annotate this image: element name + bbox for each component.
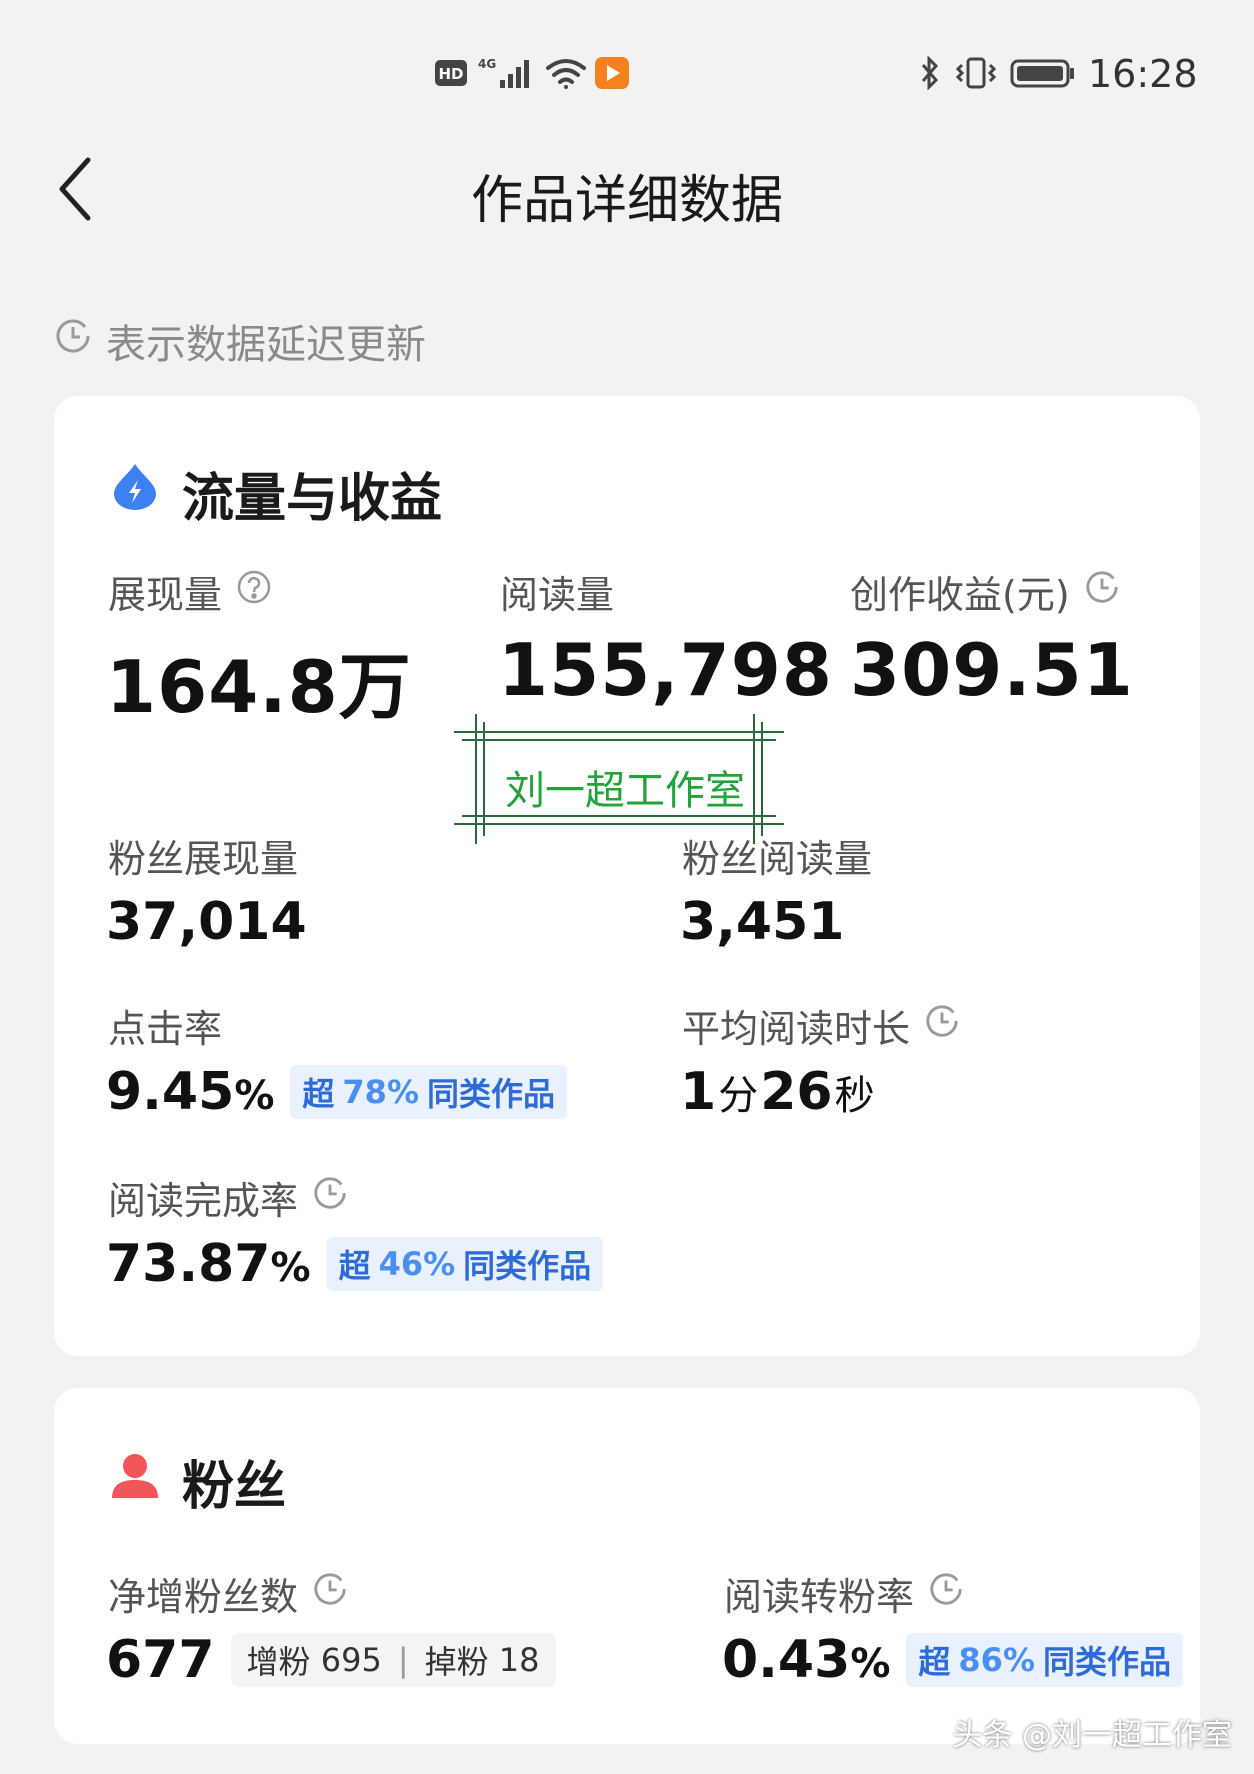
gain-value: 695 bbox=[320, 1641, 382, 1679]
loss-label: 掉粉 bbox=[424, 1643, 489, 1681]
watermark-stamp: 刘一超工作室 bbox=[454, 714, 784, 844]
fan-impressions-number: 37,014 bbox=[106, 892, 307, 952]
conversion-number: 0.43 bbox=[722, 1630, 851, 1690]
conversion-label: 阅读转粉率 bbox=[724, 1566, 964, 1621]
fan-impressions-label-text: 粉丝展现量 bbox=[108, 837, 299, 881]
delay-note-text: 表示数据延迟更新 bbox=[106, 322, 426, 368]
avg-read-sec-unit: 秒 bbox=[834, 1073, 875, 1119]
gain-label: 增粉 bbox=[246, 1643, 311, 1681]
avg-read-time-label-text: 平均阅读时长 bbox=[682, 1007, 911, 1051]
conversion-rank-badge: 超 86% 同类作品 bbox=[906, 1633, 1184, 1687]
earnings-label: 创作收益(元) bbox=[850, 564, 1120, 619]
fans-card: 粉丝 净增粉丝数 677 增粉 695 | 掉粉 18 阅读转粉率 0.43% … bbox=[54, 1388, 1200, 1744]
video-app-icon bbox=[594, 56, 630, 90]
completion-value: 73.87% 超 46% 同类作品 bbox=[106, 1234, 604, 1294]
fan-reads-number: 3,451 bbox=[680, 892, 845, 952]
gain-loss-pill: 增粉 695 | 掉粉 18 bbox=[230, 1633, 556, 1687]
impressions-label: 展现量 bbox=[108, 564, 272, 619]
badge-pct: 86% bbox=[958, 1641, 1035, 1679]
avg-read-minutes: 1 bbox=[680, 1062, 717, 1122]
svg-text:4G: 4G bbox=[478, 57, 496, 71]
earnings-value: 309.51 bbox=[850, 628, 1134, 712]
fan-reads-value: 3,451 bbox=[680, 892, 844, 952]
ctr-unit: % bbox=[234, 1073, 275, 1119]
traffic-section-title: 流量与收益 bbox=[110, 456, 442, 531]
ctr-number: 9.45 bbox=[106, 1062, 235, 1122]
earnings-label-text: 创作收益(元) bbox=[850, 573, 1070, 617]
watermark-stamp-text: 刘一超工作室 bbox=[505, 768, 745, 814]
loss-value: 18 bbox=[498, 1641, 540, 1679]
ctr-rank-badge: 超 78% 同类作品 bbox=[290, 1065, 568, 1119]
traffic-title-text: 流量与收益 bbox=[182, 469, 443, 529]
conversion-value: 0.43% 超 86% 同类作品 bbox=[722, 1630, 1184, 1690]
clock-delay-icon bbox=[54, 317, 92, 365]
clock-delay-icon bbox=[1084, 569, 1120, 614]
clock-delay-icon bbox=[928, 1571, 964, 1616]
footer-watermark: 头条 @刘一超工作室 bbox=[952, 1718, 1232, 1753]
conversion-label-text: 阅读转粉率 bbox=[724, 1575, 915, 1619]
net-gain-label: 净增粉丝数 bbox=[108, 1566, 348, 1621]
hd-icon: HD bbox=[434, 56, 468, 90]
lightning-drop-icon bbox=[110, 462, 160, 525]
wifi-icon bbox=[544, 56, 588, 90]
traffic-earnings-card: 流量与收益 展现量 164.8万 阅读量 155,798 创作收益(元) 309… bbox=[54, 396, 1200, 1356]
ctr-value: 9.45% 超 78% 同类作品 bbox=[106, 1062, 568, 1122]
net-gain-number: 677 bbox=[106, 1630, 215, 1690]
pill-divider: | bbox=[397, 1641, 409, 1679]
vibrate-icon bbox=[954, 56, 998, 90]
completion-label: 阅读完成率 bbox=[108, 1170, 348, 1225]
ctr-label-text: 点击率 bbox=[108, 1007, 223, 1051]
badge-pct: 78% bbox=[342, 1073, 419, 1111]
badge-prefix: 超 bbox=[302, 1075, 335, 1113]
fan-impressions-value: 37,014 bbox=[106, 892, 307, 952]
completion-rank-badge: 超 46% 同类作品 bbox=[326, 1237, 604, 1291]
net-gain-value: 677 增粉 695 | 掉粉 18 bbox=[106, 1630, 556, 1690]
impressions-value: 164.8万 bbox=[106, 645, 412, 729]
bluetooth-icon bbox=[918, 55, 942, 91]
reads-label-text: 阅读量 bbox=[500, 573, 615, 617]
completion-label-text: 阅读完成率 bbox=[108, 1179, 299, 1223]
fans-section-title: 粉丝 bbox=[110, 1444, 286, 1519]
net-gain-label-text: 净增粉丝数 bbox=[108, 1575, 299, 1619]
delay-note: 表示数据延迟更新 bbox=[54, 312, 426, 370]
clock-delay-icon bbox=[312, 1175, 348, 1220]
clock-delay-icon bbox=[312, 1571, 348, 1616]
badge-suffix: 同类作品 bbox=[427, 1075, 556, 1113]
battery-icon bbox=[1010, 56, 1076, 90]
impressions-label-text: 展现量 bbox=[108, 573, 223, 617]
status-time: 16:28 bbox=[1088, 52, 1198, 96]
ctr-label: 点击率 bbox=[108, 998, 222, 1053]
reads-label: 阅读量 bbox=[500, 564, 614, 619]
completion-number: 73.87 bbox=[106, 1234, 271, 1294]
badge-prefix: 超 bbox=[918, 1643, 951, 1681]
avg-read-time-value: 1 分 26 秒 bbox=[680, 1062, 877, 1122]
badge-suffix: 同类作品 bbox=[463, 1247, 592, 1285]
badge-prefix: 超 bbox=[338, 1247, 371, 1285]
reads-value: 155,798 bbox=[498, 628, 833, 712]
svg-text:HD: HD bbox=[438, 65, 463, 83]
fan-impressions-label: 粉丝展现量 bbox=[108, 828, 298, 883]
conversion-unit: % bbox=[850, 1641, 891, 1687]
badge-suffix: 同类作品 bbox=[1043, 1643, 1172, 1681]
page-title: 作品详细数据 bbox=[470, 171, 783, 231]
4g-signal-icon: 4G bbox=[478, 56, 536, 90]
fans-title-text: 粉丝 bbox=[182, 1457, 287, 1517]
avg-read-min-unit: 分 bbox=[718, 1073, 759, 1119]
status-bar: HD 4G 16:28 bbox=[0, 0, 1254, 120]
avg-read-seconds: 26 bbox=[760, 1062, 833, 1122]
help-icon[interactable] bbox=[236, 569, 272, 614]
badge-pct: 46% bbox=[378, 1245, 456, 1283]
fan-person-icon bbox=[110, 1450, 160, 1513]
clock-delay-icon bbox=[924, 1003, 960, 1048]
avg-read-time-label: 平均阅读时长 bbox=[682, 998, 960, 1053]
completion-unit: % bbox=[270, 1245, 311, 1291]
